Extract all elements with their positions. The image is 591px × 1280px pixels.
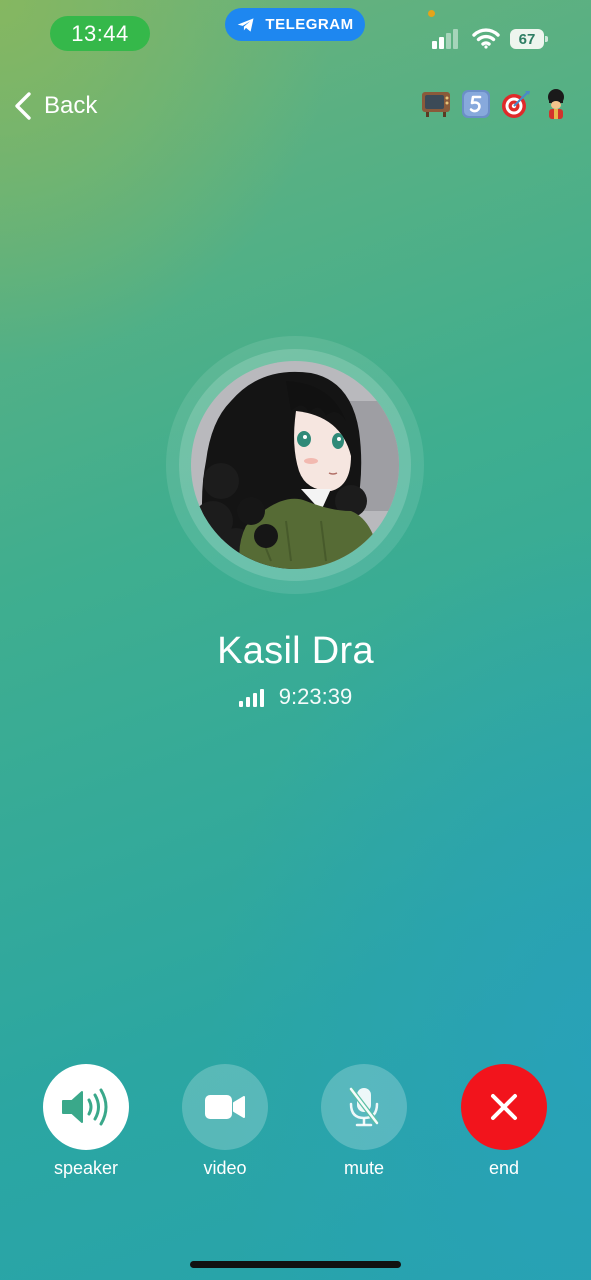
keycap-5-icon	[462, 90, 490, 118]
contact-name: Kasil Dra	[217, 630, 374, 672]
video-button[interactable]	[182, 1064, 268, 1150]
end-call-control: end	[449, 1064, 559, 1179]
battery-level: 67	[510, 29, 544, 49]
end-call-label: end	[488, 1158, 520, 1178]
speaker-button[interactable]	[43, 1064, 129, 1150]
telegram-pill-label: TELEGRAM	[265, 16, 354, 33]
battery-indicator: 67	[510, 29, 548, 49]
telegram-pill[interactable]: TELEGRAM	[225, 8, 365, 41]
camera-indicator-dot	[428, 10, 435, 17]
status-time[interactable]: 13:44	[50, 16, 150, 51]
dart-target-icon	[502, 91, 530, 118]
mute-control: mute	[309, 1064, 419, 1179]
back-label: Back	[44, 92, 98, 119]
battery-nub	[545, 36, 548, 42]
speaker-icon	[62, 1088, 108, 1126]
telegram-icon	[238, 17, 254, 32]
contact-avatar[interactable]	[191, 361, 399, 569]
video-control: video	[170, 1064, 280, 1179]
back-button[interactable]: Back	[12, 86, 97, 126]
tv-emoji-icon	[422, 92, 450, 117]
call-status: 9:23:39	[0, 684, 591, 710]
mic-off-icon	[349, 1087, 379, 1127]
emoji-status-row	[420, 88, 572, 120]
close-icon	[491, 1094, 517, 1120]
mute-button[interactable]	[321, 1064, 407, 1150]
speaker-control: speaker	[31, 1064, 141, 1179]
avatar-illustration	[191, 361, 399, 569]
home-indicator[interactable]	[190, 1261, 401, 1268]
video-label: video	[203, 1158, 247, 1178]
call-duration: 9:23:39	[278, 684, 353, 709]
video-camera-icon	[205, 1095, 245, 1119]
cellular-signal-icon	[432, 29, 458, 49]
connection-quality-icon	[238, 689, 264, 707]
guard-icon	[548, 89, 564, 119]
wifi-icon	[472, 28, 500, 49]
speaker-label: speaker	[53, 1158, 119, 1178]
end-call-button[interactable]	[461, 1064, 547, 1150]
mute-label: mute	[343, 1158, 385, 1178]
chevron-left-icon	[15, 92, 31, 120]
